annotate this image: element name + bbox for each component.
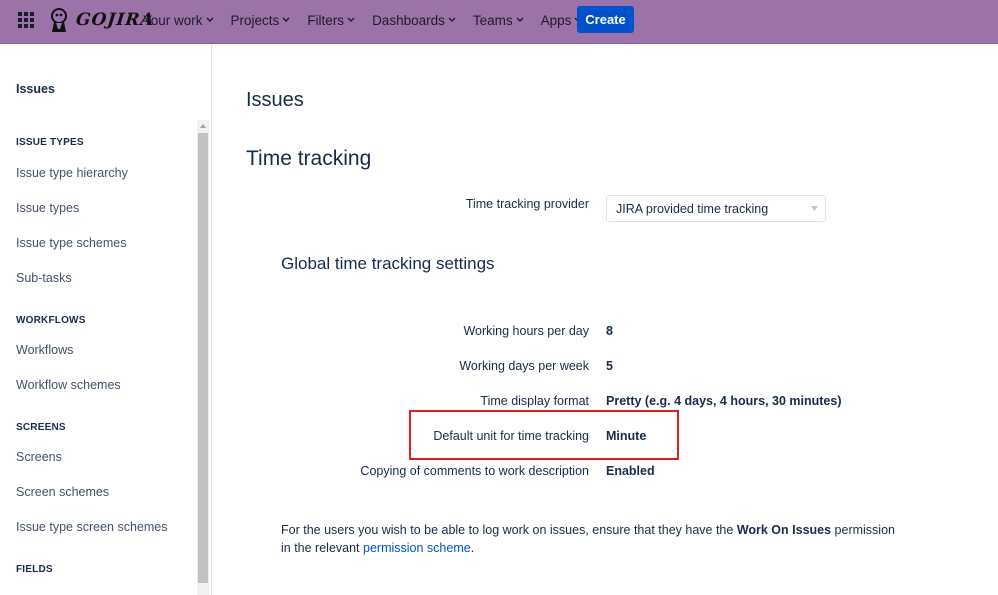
note-text-after: . <box>470 541 475 555</box>
setting-value-display-format: Pretty (e.g. 4 days, 4 hours, 30 minutes… <box>606 394 842 408</box>
chevron-down-icon <box>282 17 290 22</box>
main-content: Issues Time tracking Time tracking provi… <box>212 44 998 595</box>
nav-filters[interactable]: Filters <box>307 0 363 40</box>
top-navigation-bar: GOJIRA Your work Projects Filters Dashbo… <box>0 0 998 44</box>
sidebar-heading-workflows: WORKFLOWS <box>16 315 86 326</box>
page-title: Issues <box>246 89 304 111</box>
sidebar-scrollbar[interactable] <box>197 120 209 595</box>
provider-label: Time tracking provider <box>465 197 589 211</box>
permission-note: For the users you wish to be able to log… <box>281 521 901 557</box>
nav-label: Apps <box>540 12 572 28</box>
nav-label: Filters <box>307 12 345 28</box>
scrollbar-thumb[interactable] <box>198 133 208 583</box>
setting-value-hours-per-day: 8 <box>606 324 613 338</box>
nav-projects[interactable]: Projects <box>231 0 299 40</box>
section-title: Time tracking <box>246 147 372 170</box>
highlight-annotation-box <box>409 410 679 460</box>
sidebar-item-screen-schemes[interactable]: Screen schemes <box>16 485 109 499</box>
sidebar-item-issue-type-hierarchy[interactable]: Issue type hierarchy <box>16 166 128 180</box>
chevron-down-icon <box>206 17 214 22</box>
nav-label: Teams <box>472 12 513 28</box>
caret-down-icon <box>811 206 818 211</box>
scroll-up-arrow-icon[interactable] <box>199 122 207 130</box>
time-tracking-provider-select[interactable]: JIRA provided time tracking <box>606 195 826 222</box>
permission-scheme-link[interactable]: permission scheme <box>363 541 471 555</box>
sidebar-item-screens[interactable]: Screens <box>16 450 62 464</box>
nav-label: Projects <box>230 12 280 28</box>
sidebar-title[interactable]: Issues <box>16 82 55 96</box>
gojira-mascot-icon <box>51 8 67 32</box>
note-text-before: For the users you wish to be able to log… <box>281 523 737 537</box>
create-button[interactable]: Create <box>577 6 634 33</box>
chevron-down-icon <box>448 17 456 22</box>
nav-your-work[interactable]: Your work <box>143 0 222 40</box>
chevron-down-icon <box>516 17 524 22</box>
main-nav: Your work Projects Filters Dashboards Te… <box>143 0 599 40</box>
gojira-logo[interactable]: GOJIRA <box>48 5 156 35</box>
setting-value-days-per-week: 5 <box>606 359 613 373</box>
setting-value-copy-comments: Enabled <box>606 464 655 478</box>
nav-label: Dashboards <box>372 12 445 28</box>
sidebar-heading-screens: SCREENS <box>16 422 66 433</box>
nav-dashboards[interactable]: Dashboards <box>372 0 464 40</box>
sidebar-item-issue-types[interactable]: Issue types <box>16 201 79 215</box>
sidebar-item-workflow-schemes[interactable]: Workflow schemes <box>16 378 121 392</box>
sidebar-item-issue-type-schemes[interactable]: Issue type schemes <box>16 236 126 250</box>
provider-selected-value: JIRA provided time tracking <box>616 202 769 216</box>
app-switcher-grid-icon[interactable] <box>17 11 35 29</box>
sidebar-heading-issue-types: ISSUE TYPES <box>16 137 84 148</box>
sidebar-item-issue-type-screen-schemes[interactable]: Issue type screen schemes <box>16 520 167 534</box>
setting-label-hours-per-day: Working hours per day <box>463 324 589 338</box>
nav-teams[interactable]: Teams <box>473 0 532 40</box>
nav-label: Your work <box>143 12 203 28</box>
admin-sidebar: Issues ISSUE TYPES Issue type hierarchy … <box>0 44 212 595</box>
sidebar-item-workflows[interactable]: Workflows <box>16 343 73 357</box>
setting-label-copy-comments: Copying of comments to work description <box>360 464 589 478</box>
global-settings-title: Global time tracking settings <box>281 254 495 273</box>
note-permission-name: Work On Issues <box>736 523 832 537</box>
chevron-down-icon <box>347 17 355 22</box>
setting-label-days-per-week: Working days per week <box>459 359 589 373</box>
sidebar-item-sub-tasks[interactable]: Sub-tasks <box>16 271 72 285</box>
sidebar-heading-fields: FIELDS <box>16 564 53 575</box>
setting-label-display-format: Time display format <box>480 394 589 408</box>
